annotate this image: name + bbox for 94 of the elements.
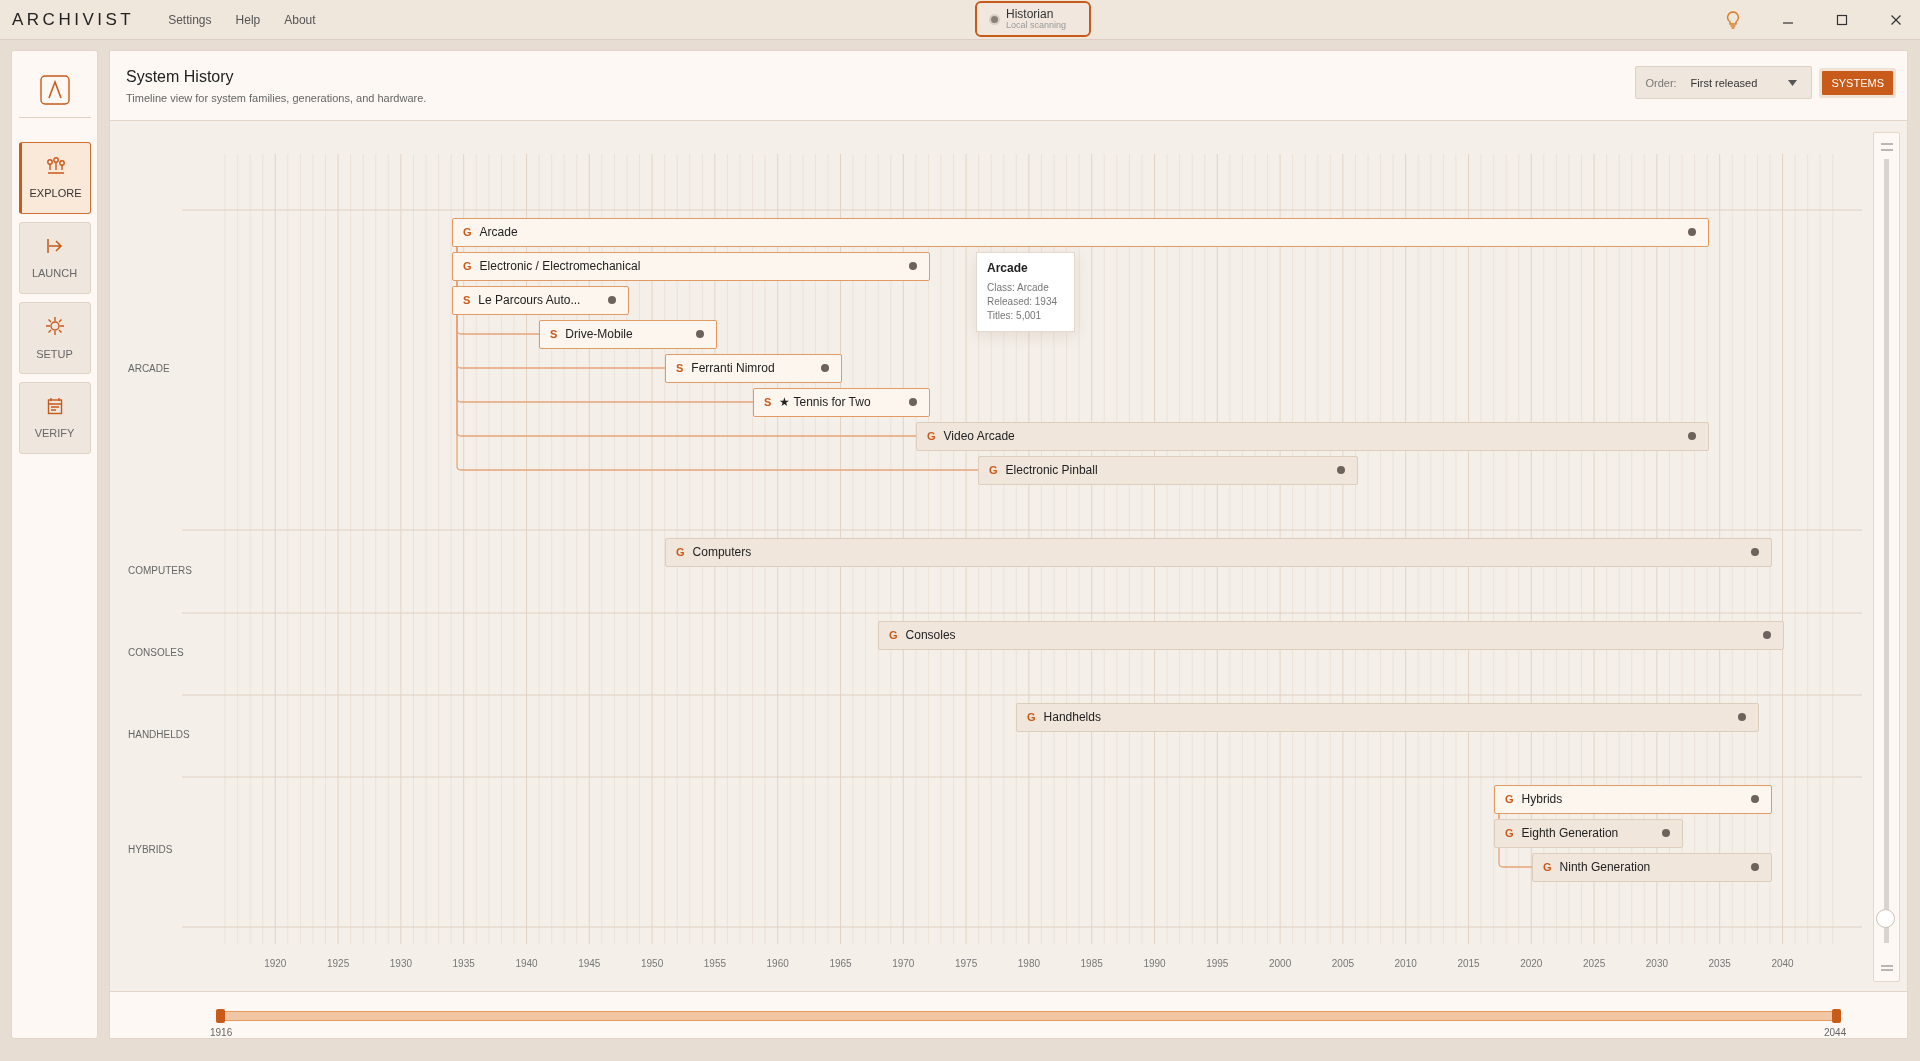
axis-year: 1950 (639, 958, 665, 969)
timeline-bar[interactable]: G Hybrids (1494, 784, 1772, 814)
drag-lines-icon (1880, 965, 1893, 971)
zoom-thumb[interactable] (1876, 909, 1895, 929)
page-subtitle: Timeline view for system families, generations, and hardware. (126, 91, 427, 104)
nav-item[interactable]: SETUP (18, 302, 91, 374)
dot-icon (1751, 795, 1759, 803)
status-title: Historian (1006, 8, 1055, 21)
tooltip-line: Released: 1934 (987, 295, 1059, 309)
menu-item[interactable]: Help (225, 8, 271, 31)
dot-icon (608, 296, 616, 304)
range-handle[interactable] (216, 1009, 225, 1023)
axis-year: 1960 (765, 958, 790, 969)
timeline-bar[interactable]: G Consoles (878, 620, 1784, 650)
axis-year: 2000 (1267, 958, 1293, 969)
timeline-bar[interactable]: G Electronic Pinball (978, 455, 1358, 485)
close-icon[interactable] (1890, 13, 1902, 26)
menu-item[interactable]: Settings (158, 8, 222, 31)
menu-item[interactable]: About (274, 8, 326, 31)
dot-icon (1751, 863, 1759, 871)
nav-item[interactable]: VERIFY (18, 382, 91, 454)
dot-icon (696, 330, 704, 338)
dot-icon (909, 262, 917, 270)
dot-icon (1751, 548, 1759, 556)
dot-icon (821, 364, 829, 372)
axis-year: 1955 (702, 958, 727, 969)
axis-year: 1920 (263, 958, 288, 969)
group-label: HYBRIDS (128, 844, 173, 855)
dot-icon (1662, 829, 1670, 837)
tooltip-title: Arcade (987, 261, 1029, 275)
timeline-bar[interactable]: S ★ Tennis for Two (753, 387, 930, 417)
clipboard-icon (46, 397, 63, 415)
status-subtitle: Local scanning (1006, 20, 1067, 30)
timeline-bar[interactable]: G Arcade (452, 217, 1709, 247)
axis-year: 2025 (1581, 958, 1607, 969)
dot-icon (1763, 631, 1771, 639)
timeline-bar[interactable]: S Le Parcours Auto... (452, 285, 629, 315)
dot-icon (1337, 466, 1345, 474)
axis-year: 1925 (325, 958, 351, 969)
arrow-right-bar-icon (45, 237, 64, 255)
timeline-bar[interactable]: G Electronic / Electromechanical (452, 251, 930, 281)
axis-year: 1945 (577, 958, 602, 969)
group-label: CONSOLES (128, 647, 184, 658)
tooltip-line: Titles: 5,001 (987, 309, 1043, 323)
timeline-bar[interactable]: S Ferranti Nimrod (665, 353, 842, 383)
dot-icon (1738, 713, 1746, 721)
axis-year: 2040 (1770, 958, 1795, 969)
range-handle[interactable] (1832, 1009, 1841, 1023)
app-logo: ARCHIVIST (12, 9, 135, 30)
pins-icon (45, 157, 66, 175)
axis-year: 2020 (1519, 958, 1544, 969)
dot-icon (1688, 228, 1696, 236)
axis-year: 1965 (828, 958, 853, 969)
axis-year: 1990 (1142, 958, 1167, 969)
order-dropdown[interactable]: Order: First released (1635, 66, 1813, 99)
tooltip-line: Class: Arcade (987, 281, 1050, 295)
axis-year: 1980 (1016, 958, 1041, 969)
axis-year: 2030 (1644, 958, 1669, 969)
axis-year: 2015 (1456, 958, 1481, 969)
axis-year: 1995 (1205, 958, 1230, 969)
caret-icon (1788, 79, 1798, 86)
app-logo-icon (39, 75, 70, 105)
range-end-label: 2044 (1824, 1027, 1847, 1038)
timeline-bar[interactable]: G Computers (665, 537, 1772, 567)
axis-year: 1940 (514, 958, 539, 969)
axis-year: 1975 (953, 958, 979, 969)
timeline-bar[interactable]: G Eighth Generation (1494, 818, 1683, 848)
axis-year: 1935 (451, 958, 476, 969)
timeline-bar[interactable]: G Video Arcade (916, 421, 1709, 451)
dot-icon (909, 398, 917, 406)
range-start-label: 1916 (210, 1027, 233, 1038)
group-label: ARCADE (128, 363, 170, 374)
zoom-slider[interactable] (1873, 132, 1900, 982)
axis-year: 2035 (1707, 958, 1732, 969)
nav-item[interactable]: LAUNCH (18, 222, 91, 294)
systems-button[interactable]: SYSTEMS (1822, 70, 1893, 95)
axis-year: 2010 (1393, 958, 1418, 969)
group-label: COMPUTERS (128, 565, 192, 576)
status-dot-icon (991, 15, 998, 23)
lightbulb-icon[interactable] (1726, 10, 1740, 29)
timeline-bar[interactable]: S Drive-Mobile (539, 319, 717, 349)
status-chip[interactable]: Historian Local scanning (975, 1, 1091, 37)
timeline-bar[interactable]: G Ninth Generation (1532, 852, 1772, 882)
axis-year: 1985 (1079, 958, 1104, 969)
sun-icon (44, 316, 65, 336)
axis-year: 2005 (1330, 958, 1355, 969)
axis-year: 1970 (891, 958, 916, 969)
group-label: HANDHELDS (128, 729, 190, 740)
timeline-bar[interactable]: G Handhelds (1016, 702, 1759, 732)
page-title: System History (126, 67, 235, 86)
axis-year: 1930 (388, 958, 413, 969)
nav-item[interactable]: EXPLORE (18, 142, 91, 214)
dot-icon (1688, 432, 1696, 440)
maximize-icon[interactable] (1836, 13, 1848, 26)
